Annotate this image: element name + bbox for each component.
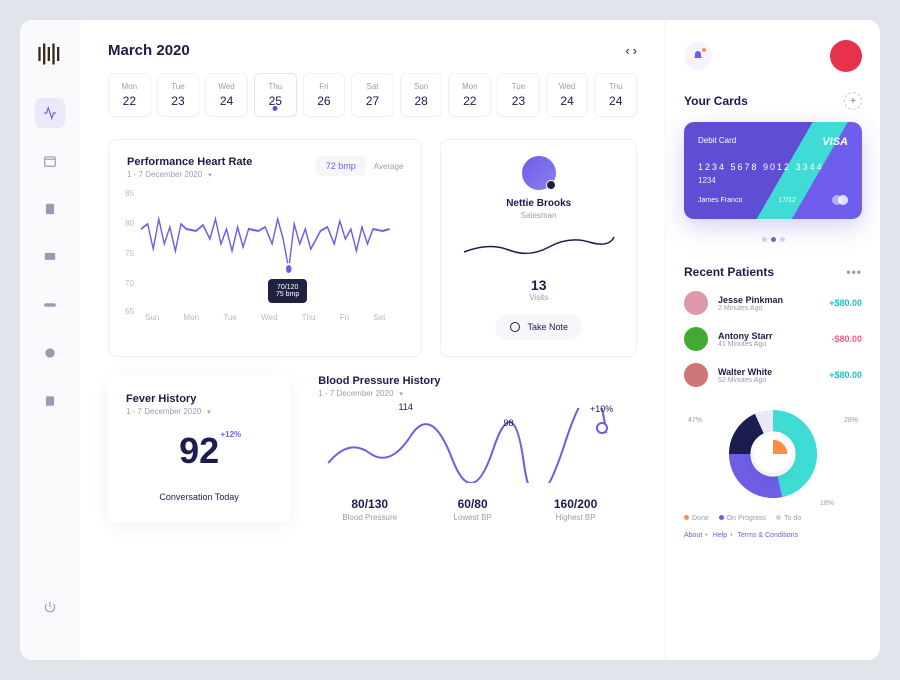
card-holder: James Franco [698, 197, 742, 204]
date-cell[interactable]: Mon22 [108, 73, 151, 117]
date-cell[interactable]: Sat27 [351, 73, 394, 117]
heart-tooltip: 70/120 75 bmp [268, 279, 307, 303]
card-pagination[interactable] [684, 229, 862, 247]
rightbar-top [684, 40, 862, 72]
nav-activity-icon[interactable] [35, 98, 65, 128]
heart-title: Performance Heart Rate [127, 156, 252, 168]
fever-footer: Conversation Today [126, 492, 272, 502]
card-expiry: 17/12 [778, 197, 796, 204]
date-cell[interactable]: Sun28 [400, 73, 443, 117]
date-cell[interactable]: Thu25 [254, 73, 297, 117]
donut-center-icon [754, 435, 792, 473]
fever-pct: +12% [220, 430, 241, 439]
bp-stat: 60/80Lowest BP [421, 497, 524, 522]
user-avatar[interactable] [830, 40, 862, 72]
content: March 2020 ‹ › Mon22Tue23Wed24Thu25Fri26… [80, 20, 665, 660]
profile-card: Nettie Brooks Salesman 13 Visits Take No… [440, 139, 637, 357]
nav-chat-icon[interactable] [35, 242, 65, 272]
heart-range[interactable]: 1 - 7 December 2020▾ [127, 170, 252, 179]
bp-point-2: 98 [504, 418, 514, 428]
mastercard-icon [832, 195, 848, 205]
chevron-down-icon: ▾ [207, 408, 211, 416]
bp-title: Blood Pressure History [318, 375, 627, 387]
donut-legend: DoneOn ProgressTo do [684, 515, 862, 522]
heart-chart: 85 80 75 70 65 70/120 75 bmp [127, 189, 403, 309]
footer-links: About• Help• Terms & Conditions [684, 532, 862, 539]
bp-stat: 80/130Blood Pressure [318, 497, 421, 522]
bp-marker [596, 422, 608, 434]
profile-role: Salesman [457, 211, 620, 220]
patients-list: Jesse Pinkman2 Minutes Ago+$80.00 Antony … [684, 291, 862, 387]
sidebar [20, 20, 80, 660]
nav-contacts-icon[interactable] [35, 194, 65, 224]
header-row: March 2020 ‹ › [108, 42, 637, 59]
nav-power-icon[interactable] [35, 592, 65, 622]
date-cell[interactable]: Tue23 [497, 73, 540, 117]
terms-link[interactable]: Terms & Conditions [737, 532, 798, 539]
prev-arrow-icon[interactable]: ‹ [625, 43, 629, 58]
rightbar: Your Cards + Debit Card VISA 1234 5678 9… [665, 20, 880, 660]
credit-card[interactable]: Debit Card VISA 1234 5678 9012 3344 1234… [684, 122, 862, 219]
donut-chart: 47% 28% 18% [684, 399, 862, 509]
avg-pill: 72 bmp [316, 156, 366, 176]
patient-row[interactable]: Walter White52 Minutes Ago+$80.00 [684, 363, 862, 387]
date-cell[interactable]: Thu24 [594, 73, 637, 117]
chevron-down-icon: ▾ [399, 390, 403, 398]
date-cell[interactable]: Wed24 [205, 73, 248, 117]
take-note-button[interactable]: Take Note [495, 314, 582, 340]
more-icon[interactable]: ••• [846, 265, 862, 279]
bp-point-1: 114 [399, 402, 413, 412]
about-link[interactable]: About [684, 532, 702, 539]
help-link[interactable]: Help [713, 532, 727, 539]
fever-range[interactable]: 1 - 7 December 2020▾ [126, 407, 272, 416]
bp-card: Blood Pressure History 1 - 7 December 20… [308, 375, 637, 522]
row-1: Performance Heart Rate 1 - 7 December 20… [108, 139, 637, 357]
fever-title: Fever History [126, 393, 272, 405]
date-cell[interactable]: Fri26 [303, 73, 346, 117]
date-cell[interactable]: Tue23 [157, 73, 200, 117]
avg-label: Average [374, 162, 404, 171]
bell-icon[interactable] [684, 42, 712, 70]
nav-docs-icon[interactable] [35, 386, 65, 416]
next-arrow-icon[interactable]: › [633, 43, 637, 58]
card-type: Debit Card [698, 136, 736, 148]
bp-chart: 114 98 +10% [318, 408, 627, 483]
date-cell[interactable]: Mon22 [448, 73, 491, 117]
profile-name: Nettie Brooks [457, 198, 620, 209]
nav-settings-icon[interactable] [35, 338, 65, 368]
chat-icon [509, 321, 521, 333]
logo [36, 40, 64, 68]
card-number: 1234 5678 9012 3344 [698, 162, 848, 172]
patient-row[interactable]: Jesse Pinkman2 Minutes Ago+$80.00 [684, 291, 862, 315]
patients-header: Recent Patients ••• [684, 265, 862, 279]
heart-rate-card: Performance Heart Rate 1 - 7 December 20… [108, 139, 422, 357]
month-title: March 2020 [108, 42, 190, 59]
app-shell: March 2020 ‹ › Mon22Tue23Wed24Thu25Fri26… [20, 20, 880, 660]
row-2: Fever History 1 - 7 December 2020▾ 92 +1… [108, 375, 637, 522]
bp-point-3: +10% [590, 404, 613, 414]
patient-row[interactable]: Antony Starr41 Minutes Ago-$80.00 [684, 327, 862, 351]
card-brand: VISA [822, 136, 848, 148]
chevron-down-icon: ▾ [208, 171, 212, 179]
date-strip: Mon22Tue23Wed24Thu25Fri26Sat27Sun28Mon22… [108, 73, 637, 117]
fever-value: 92 +12% [179, 430, 219, 472]
visits-count: 13 [457, 277, 620, 293]
add-card-button[interactable]: + [844, 92, 862, 110]
avg-box: 72 bmp Average [316, 156, 404, 176]
bp-range[interactable]: 1 - 7 December 2020▾ [318, 389, 627, 398]
date-nav: ‹ › [625, 43, 637, 58]
profile-avatar[interactable] [522, 156, 556, 190]
heart-x-axis: SunMonTueWedThuFriSat [127, 313, 403, 322]
bp-stat: 160/200Highest BP [524, 497, 627, 522]
nav-calendar-icon[interactable] [35, 146, 65, 176]
visits-label: Visits [457, 293, 620, 302]
cards-header: Your Cards + [684, 92, 862, 110]
fever-card: Fever History 1 - 7 December 2020▾ 92 +1… [108, 375, 290, 522]
bp-stats: 80/130Blood Pressure60/80Lowest BP160/20… [318, 497, 627, 522]
card-last4: 1234 [698, 176, 848, 185]
visits-sparkline [459, 232, 619, 262]
date-cell[interactable]: Wed24 [546, 73, 589, 117]
nav-pill-icon[interactable] [35, 290, 65, 320]
main: March 2020 ‹ › Mon22Tue23Wed24Thu25Fri26… [80, 20, 880, 660]
